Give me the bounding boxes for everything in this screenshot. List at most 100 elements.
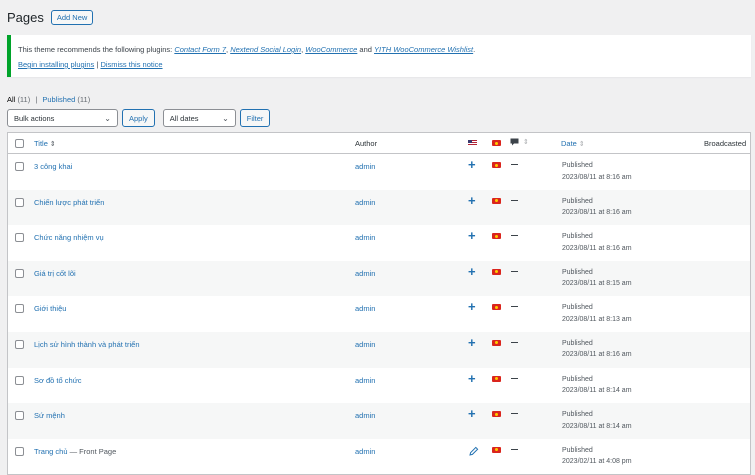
column-title-header[interactable]: Title ⇕ bbox=[34, 139, 56, 148]
add-translation-icon[interactable]: + bbox=[468, 228, 476, 243]
add-translation-icon[interactable]: + bbox=[468, 406, 476, 421]
vn-flag-icon[interactable] bbox=[492, 197, 501, 204]
author-link[interactable]: admin bbox=[355, 198, 375, 207]
add-translation-icon[interactable]: + bbox=[468, 299, 476, 314]
row-checkbox[interactable] bbox=[15, 162, 24, 171]
row-checkbox[interactable] bbox=[15, 411, 24, 421]
apply-button[interactable]: Apply bbox=[122, 109, 155, 127]
post-status: Published bbox=[562, 304, 593, 312]
no-comments-dash bbox=[511, 341, 518, 343]
column-date-header[interactable]: Date ⇕ bbox=[561, 139, 585, 148]
no-comments-dash bbox=[511, 235, 518, 237]
row-checkbox[interactable] bbox=[15, 268, 24, 278]
page-title-link[interactable]: 3 công khai bbox=[34, 162, 72, 171]
vn-flag-icon[interactable] bbox=[492, 268, 501, 275]
row-title: Giá trị cốt lõi bbox=[34, 269, 76, 278]
table-row: Chức năng nhiệm vụ admin + Published 2023… bbox=[8, 225, 750, 261]
vn-flag-icon[interactable] bbox=[492, 233, 501, 240]
author-link[interactable]: admin bbox=[355, 233, 375, 242]
plugin-link-yith[interactable]: YITH WooCommerce Wishlist bbox=[374, 45, 473, 54]
page-title-link[interactable]: Sứ mệnh bbox=[34, 411, 65, 420]
plugin-link-woocommerce[interactable]: WooCommerce bbox=[305, 45, 357, 54]
table-row: Giới thiệu admin + Published 2023/08/11 a… bbox=[8, 296, 750, 332]
add-translation-icon[interactable]: + bbox=[468, 193, 476, 208]
view-published-count: (11) bbox=[77, 95, 91, 104]
bulk-actions-select[interactable]: Bulk actions ⌄ bbox=[7, 109, 118, 127]
author-link[interactable]: admin bbox=[355, 304, 375, 313]
page-title-link[interactable]: Giới thiệu bbox=[34, 304, 66, 313]
row-checkbox[interactable] bbox=[15, 304, 24, 314]
plugin-link-contact-form[interactable]: Contact Form 7 bbox=[174, 45, 226, 54]
author-link[interactable]: admin bbox=[355, 162, 375, 171]
no-comments-dash bbox=[511, 199, 518, 201]
begin-installing-link[interactable]: Begin installing plugins bbox=[18, 60, 94, 69]
row-title: Sứ mệnh bbox=[34, 411, 65, 420]
dismiss-notice-link[interactable]: Dismiss this notice bbox=[100, 60, 162, 69]
tablenav: Bulk actions ⌄ Apply All dates ⌄ Filter bbox=[7, 109, 271, 127]
sort-icon: ⇕ bbox=[49, 141, 56, 148]
page-title-link[interactable]: Trang chủ bbox=[34, 447, 68, 456]
notice-intro: This theme recommends the following plug… bbox=[18, 45, 175, 54]
post-date: 2023/08/11 at 8:16 am bbox=[562, 173, 632, 181]
vn-flag-icon[interactable] bbox=[492, 446, 501, 453]
date-filter-select[interactable]: All dates ⌄ bbox=[162, 109, 236, 127]
page-title-link[interactable]: Lịch sử hình thành và phát triển bbox=[34, 340, 140, 349]
post-status: Published bbox=[562, 375, 593, 383]
view-published[interactable]: Published bbox=[42, 95, 75, 104]
add-translation-icon[interactable]: + bbox=[468, 371, 476, 386]
author-link[interactable]: admin bbox=[355, 269, 375, 278]
vn-flag-icon bbox=[492, 140, 501, 146]
column-date-label: Date bbox=[561, 139, 577, 148]
view-sep: | bbox=[35, 95, 38, 104]
vn-flag-icon[interactable] bbox=[492, 339, 501, 346]
no-comments-dash bbox=[511, 448, 518, 450]
select-all-checkbox[interactable] bbox=[15, 139, 24, 148]
vn-flag-icon[interactable] bbox=[492, 375, 501, 382]
column-title-label: Title bbox=[34, 139, 48, 148]
author-link[interactable]: admin bbox=[355, 411, 375, 420]
post-status: Published bbox=[562, 339, 593, 347]
page-title-link[interactable]: Sơ đồ tổ chức bbox=[34, 376, 81, 385]
page-title-link[interactable]: Giá trị cốt lõi bbox=[34, 269, 76, 278]
table-row: Giá trị cốt lõi admin + Published 2023/08… bbox=[8, 260, 750, 297]
plugin-notice: This theme recommends the following plug… bbox=[7, 35, 751, 77]
row-checkbox[interactable] bbox=[15, 339, 24, 349]
post-date: 2023/08/11 at 8:13 am bbox=[562, 315, 632, 323]
sort-icon: ⇕ bbox=[578, 141, 585, 148]
plugin-link-nextend[interactable]: Nextend Social Login bbox=[230, 45, 301, 54]
column-broadcasted-header: Broadcasted bbox=[704, 139, 747, 148]
add-translation-icon[interactable]: + bbox=[468, 335, 476, 350]
row-checkbox[interactable] bbox=[15, 375, 24, 385]
author-link[interactable]: admin bbox=[355, 447, 375, 456]
row-title: Chức năng nhiệm vụ bbox=[34, 233, 104, 242]
add-translation-icon[interactable]: + bbox=[468, 157, 476, 172]
row-date: Published 2023/02/11 at 4:08 pm bbox=[562, 445, 632, 468]
no-comments-dash bbox=[511, 270, 518, 272]
vn-flag-icon[interactable] bbox=[492, 304, 501, 311]
row-date: Published 2023/08/11 at 8:16 am bbox=[562, 231, 632, 254]
row-checkbox[interactable] bbox=[15, 446, 24, 456]
filter-button[interactable]: Filter bbox=[239, 109, 271, 127]
row-checkbox[interactable] bbox=[15, 197, 24, 207]
comment-bubble-icon[interactable] bbox=[510, 138, 519, 146]
row-title: Giới thiệu bbox=[34, 304, 66, 313]
author-link[interactable]: admin bbox=[355, 376, 375, 385]
row-checkbox[interactable] bbox=[15, 233, 24, 243]
page-title-link[interactable]: Chiến lược phát triển bbox=[34, 198, 104, 207]
author-link[interactable]: admin bbox=[355, 340, 375, 349]
view-all-count: (11) bbox=[17, 95, 31, 104]
view-all[interactable]: All bbox=[7, 95, 15, 104]
us-flag-icon bbox=[468, 140, 477, 146]
row-title: Chiến lược phát triển bbox=[34, 198, 104, 207]
page-title-link[interactable]: Chức năng nhiệm vụ bbox=[34, 233, 104, 242]
notice-and: and bbox=[357, 45, 375, 54]
row-title: 3 công khai bbox=[34, 162, 72, 171]
add-translation-icon[interactable]: + bbox=[468, 264, 476, 279]
post-state: — Front Page bbox=[67, 446, 117, 456]
pencil-icon[interactable] bbox=[469, 446, 479, 456]
vn-flag-icon[interactable] bbox=[492, 411, 501, 418]
vn-flag-icon[interactable] bbox=[492, 162, 501, 168]
no-comments-dash bbox=[511, 413, 518, 415]
no-comments-dash bbox=[511, 377, 518, 379]
add-new-button[interactable]: Add New bbox=[50, 10, 94, 25]
